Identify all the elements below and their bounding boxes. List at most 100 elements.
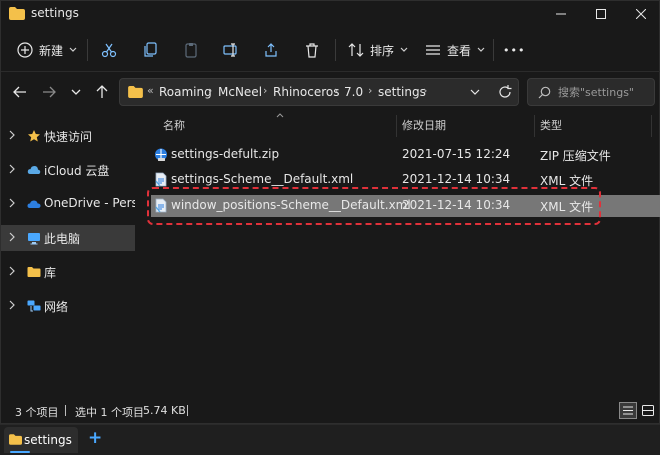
address-bar[interactable]: « Roaming › McNeel › Rhinoceros › 7.0 › … — [119, 78, 519, 106]
sidebar-item-network[interactable]: 网络 — [1, 293, 135, 319]
search-icon — [538, 86, 551, 99]
new-label: 新建 — [39, 43, 64, 58]
rename-icon — [223, 43, 237, 57]
sort-label: 排序 — [370, 43, 395, 58]
view-button[interactable]: 查看 — [425, 37, 485, 63]
toolbar-divider — [87, 39, 88, 61]
chevron-right-icon[interactable] — [9, 164, 16, 174]
sort-button[interactable]: 排序 — [348, 37, 408, 63]
sidebar-item-quick-access[interactable]: 快速访问 — [1, 123, 135, 149]
thumbnail-view-button[interactable] — [639, 402, 657, 419]
forward-button[interactable] — [38, 81, 60, 103]
title-bar: settings — [1, 1, 660, 29]
icloud-icon — [27, 166, 41, 174]
folder-icon — [9, 7, 25, 20]
toolbar-divider — [493, 39, 494, 61]
table-row[interactable]: settings-Scheme__Default.xml 2021-12-14 … — [151, 169, 660, 191]
tab-settings[interactable]: settings — [4, 427, 78, 453]
chevron-down-icon — [69, 47, 77, 52]
column-divider[interactable] — [651, 115, 652, 137]
file-name: settings-defult.zip — [171, 147, 280, 161]
navigation-pane: 快速访问 iCloud 云盘 OneDrive - Personal 此电脑 库… — [1, 117, 135, 397]
maximize-icon — [596, 9, 606, 19]
pc-icon — [28, 233, 40, 245]
selected-count: 选中 1 个项目 — [75, 406, 144, 419]
search-box[interactable] — [527, 78, 655, 106]
cut-button[interactable] — [101, 37, 117, 63]
minimize-icon — [556, 13, 566, 15]
sort-icon — [348, 43, 364, 57]
chevron-right-icon[interactable] — [9, 198, 16, 208]
selected-size: 5.74 KB — [143, 404, 186, 417]
chevron-right-icon[interactable] — [9, 130, 16, 140]
column-divider[interactable] — [396, 115, 397, 137]
delete-button[interactable] — [304, 37, 320, 63]
column-header-date[interactable]: 修改日期 — [402, 117, 446, 133]
sidebar-item-onedrive[interactable]: OneDrive - Personal — [1, 191, 135, 217]
copy-button[interactable] — [142, 37, 158, 63]
view-label: 查看 — [447, 43, 472, 58]
paste-button[interactable] — [183, 37, 199, 63]
toolbar-divider — [335, 39, 336, 61]
minimize-button[interactable] — [541, 1, 581, 27]
file-list: 名称 修改日期 类型 settings-defult.zip 2021-07-1… — [141, 111, 660, 401]
rename-button[interactable] — [223, 37, 239, 63]
table-row[interactable]: settings-defult.zip 2021-07-15 12:24 ZIP… — [151, 144, 660, 166]
new-plus-icon — [17, 42, 33, 58]
paste-icon — [185, 43, 197, 58]
chevron-right-icon: › — [334, 84, 339, 97]
back-button[interactable] — [9, 81, 31, 103]
close-icon — [636, 9, 646, 19]
chevron-right-icon[interactable]: › — [423, 84, 427, 97]
chevron-down-icon[interactable] — [470, 89, 480, 96]
more-button[interactable]: ••• — [503, 37, 525, 63]
breadcrumb-mcneel[interactable]: McNeel — [218, 85, 262, 99]
breadcrumb-settings[interactable]: settings — [378, 85, 426, 99]
column-header-name[interactable]: 名称 — [163, 117, 185, 133]
sidebar-item-icloud[interactable]: iCloud 云盘 — [1, 157, 135, 183]
status-divider — [65, 405, 66, 416]
column-divider[interactable] — [534, 115, 535, 137]
item-count: 3 个项目 — [15, 406, 59, 419]
arrow-up-icon — [96, 85, 108, 98]
chevron-right-icon[interactable] — [9, 232, 16, 242]
sidebar-item-library[interactable]: 库 — [1, 259, 135, 285]
chevron-down-icon — [477, 47, 485, 52]
chevron-right-icon[interactable] — [9, 266, 16, 276]
sidebar-item-this-pc[interactable]: 此电脑 — [1, 225, 135, 251]
table-row-selected[interactable]: window_positions-Scheme__Default.xml 202… — [151, 195, 660, 217]
up-button[interactable] — [91, 81, 113, 103]
close-button[interactable] — [621, 1, 660, 27]
sidebar-item-label: 快速访问 — [44, 130, 93, 144]
file-type: ZIP 压缩文件 — [540, 149, 611, 163]
refresh-icon[interactable] — [498, 85, 512, 99]
share-icon — [265, 43, 277, 57]
more-icon: ••• — [503, 43, 526, 57]
file-type: XML 文件 — [540, 174, 594, 188]
command-bar: 新建 排序 查看 ••• — [1, 29, 660, 72]
tab-strip: settings + — [0, 424, 660, 455]
new-button[interactable]: 新建 — [17, 37, 77, 63]
chevron-down-icon — [71, 89, 81, 95]
search-input[interactable] — [558, 83, 650, 101]
details-view-button[interactable] — [619, 402, 637, 419]
window-title: settings — [31, 6, 79, 20]
new-tab-plus-icon[interactable]: + — [88, 428, 102, 448]
library-icon — [27, 267, 41, 277]
breadcrumb-roaming[interactable]: Roaming — [159, 85, 212, 99]
overflow-chevron-icon[interactable]: « — [147, 84, 154, 97]
maximize-button[interactable] — [581, 1, 621, 27]
recent-locations-button[interactable] — [65, 81, 87, 103]
xml-file-icon — [155, 172, 167, 187]
arrow-right-icon — [43, 86, 56, 98]
trash-icon — [306, 43, 318, 58]
file-date: 2021-07-15 12:24 — [402, 147, 511, 161]
file-name: window_positions-Scheme__Default.xml — [171, 198, 411, 212]
breadcrumb-rhinoceros[interactable]: Rhinoceros — [273, 85, 339, 99]
chevron-right-icon[interactable] — [9, 300, 16, 310]
share-button[interactable] — [263, 37, 279, 63]
arrow-left-icon — [13, 86, 26, 98]
status-bar: 3 个项目 选中 1 个项目 5.74 KB — [1, 399, 660, 423]
breadcrumb-7-0[interactable]: 7.0 — [344, 85, 363, 99]
column-header-type[interactable]: 类型 — [540, 117, 562, 133]
